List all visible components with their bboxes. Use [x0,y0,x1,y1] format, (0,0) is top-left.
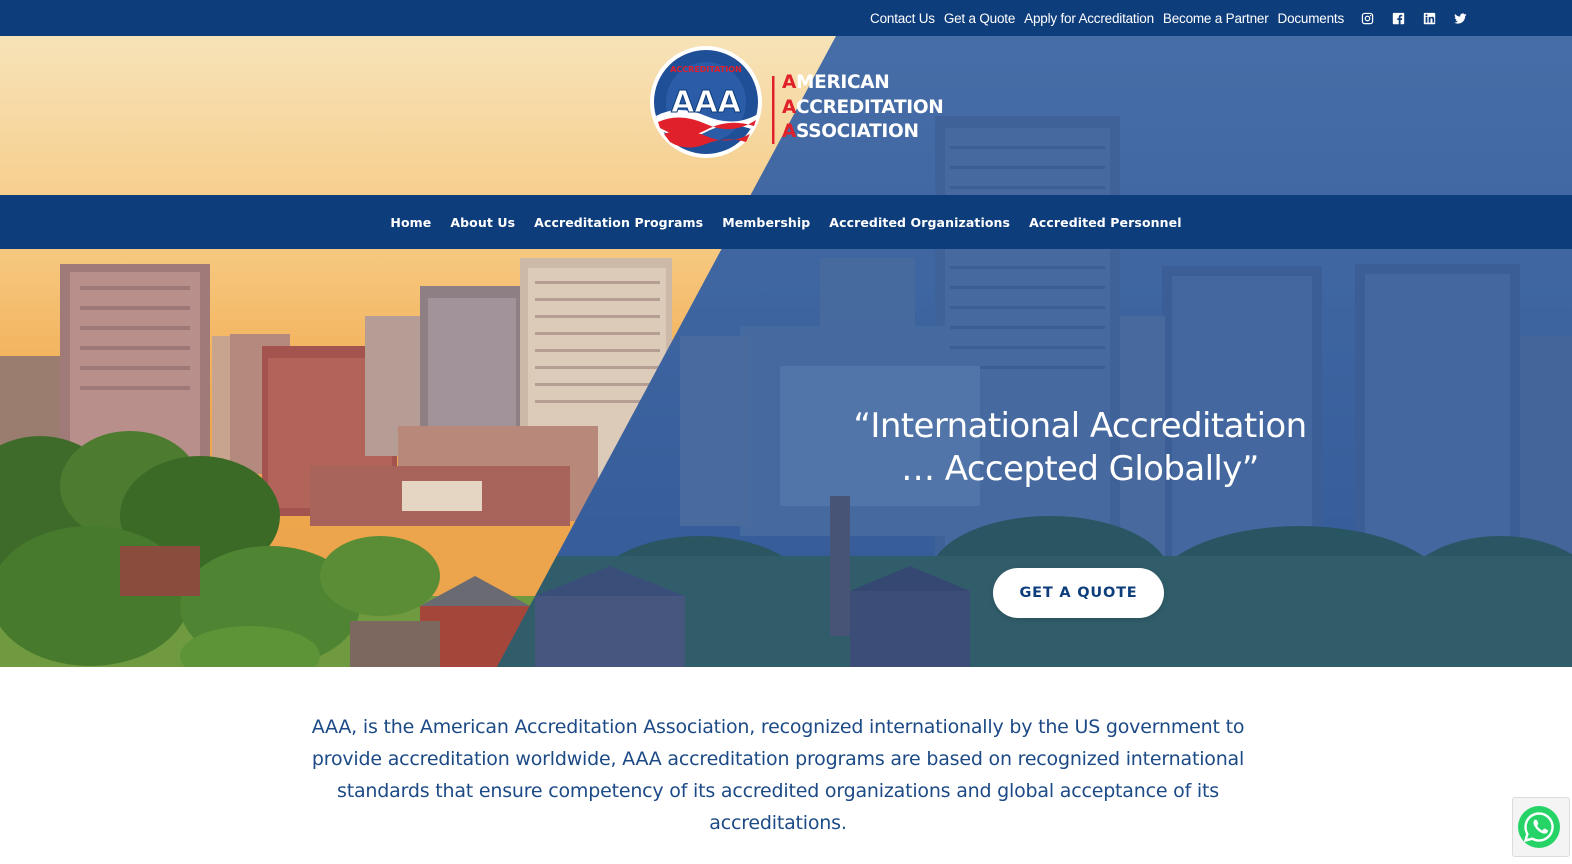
topbar-link-documents[interactable]: Documents [1278,11,1345,26]
topbar-link-get-a-quote[interactable]: Get a Quote [944,11,1016,26]
logo-line-accreditation: ACCREDITATION [782,96,944,118]
hero-tagline-line1: “International Accreditation [853,406,1307,446]
whatsapp-icon[interactable] [1516,804,1562,850]
nav-item-home[interactable]: Home [390,215,431,230]
nav-item-membership[interactable]: Membership [722,215,810,230]
nav-item-about-us[interactable]: About Us [450,215,515,230]
topbar-link-apply-for-accreditation[interactable]: Apply for Accreditation [1024,11,1154,26]
nav-item-accredited-organizations[interactable]: Accredited Organizations [829,215,1010,230]
hero-tagline-line2: … Accepted Globally” [901,449,1259,489]
nav-item-accreditation-programs[interactable]: Accreditation Programs [534,215,703,230]
svg-text:ACCREDITATION: ACCREDITATION [670,65,742,74]
instagram-icon[interactable] [1359,10,1375,26]
topbar-link-become-a-partner[interactable]: Become a Partner [1163,11,1269,26]
logo-line-american: AMERICAN [782,72,890,93]
facebook-icon[interactable] [1390,10,1406,26]
linkedin-icon[interactable] [1421,10,1437,26]
twitter-icon[interactable] [1452,10,1468,26]
get-a-quote-button[interactable]: GET A QUOTE [993,568,1164,618]
hero-tagline: “International Accreditation … Accepted … [780,405,1380,491]
top-utility-bar: Contact Us Get a Quote Apply for Accredi… [0,0,1572,36]
topbar-link-contact-us[interactable]: Contact Us [870,11,935,26]
logo-wordmark: AMERICAN ACCREDITATION ASSOCIATION [782,71,944,145]
logo-line-association: ASSOCIATION [782,121,919,142]
intro-paragraph: AAA, is the American Accreditation Assoc… [311,716,1245,834]
svg-text:AAA: AAA [671,85,741,120]
main-navigation: Home About Us Accreditation Programs Mem… [0,195,1572,249]
nav-item-accredited-personnel[interactable]: Accredited Personnel [1029,215,1182,230]
